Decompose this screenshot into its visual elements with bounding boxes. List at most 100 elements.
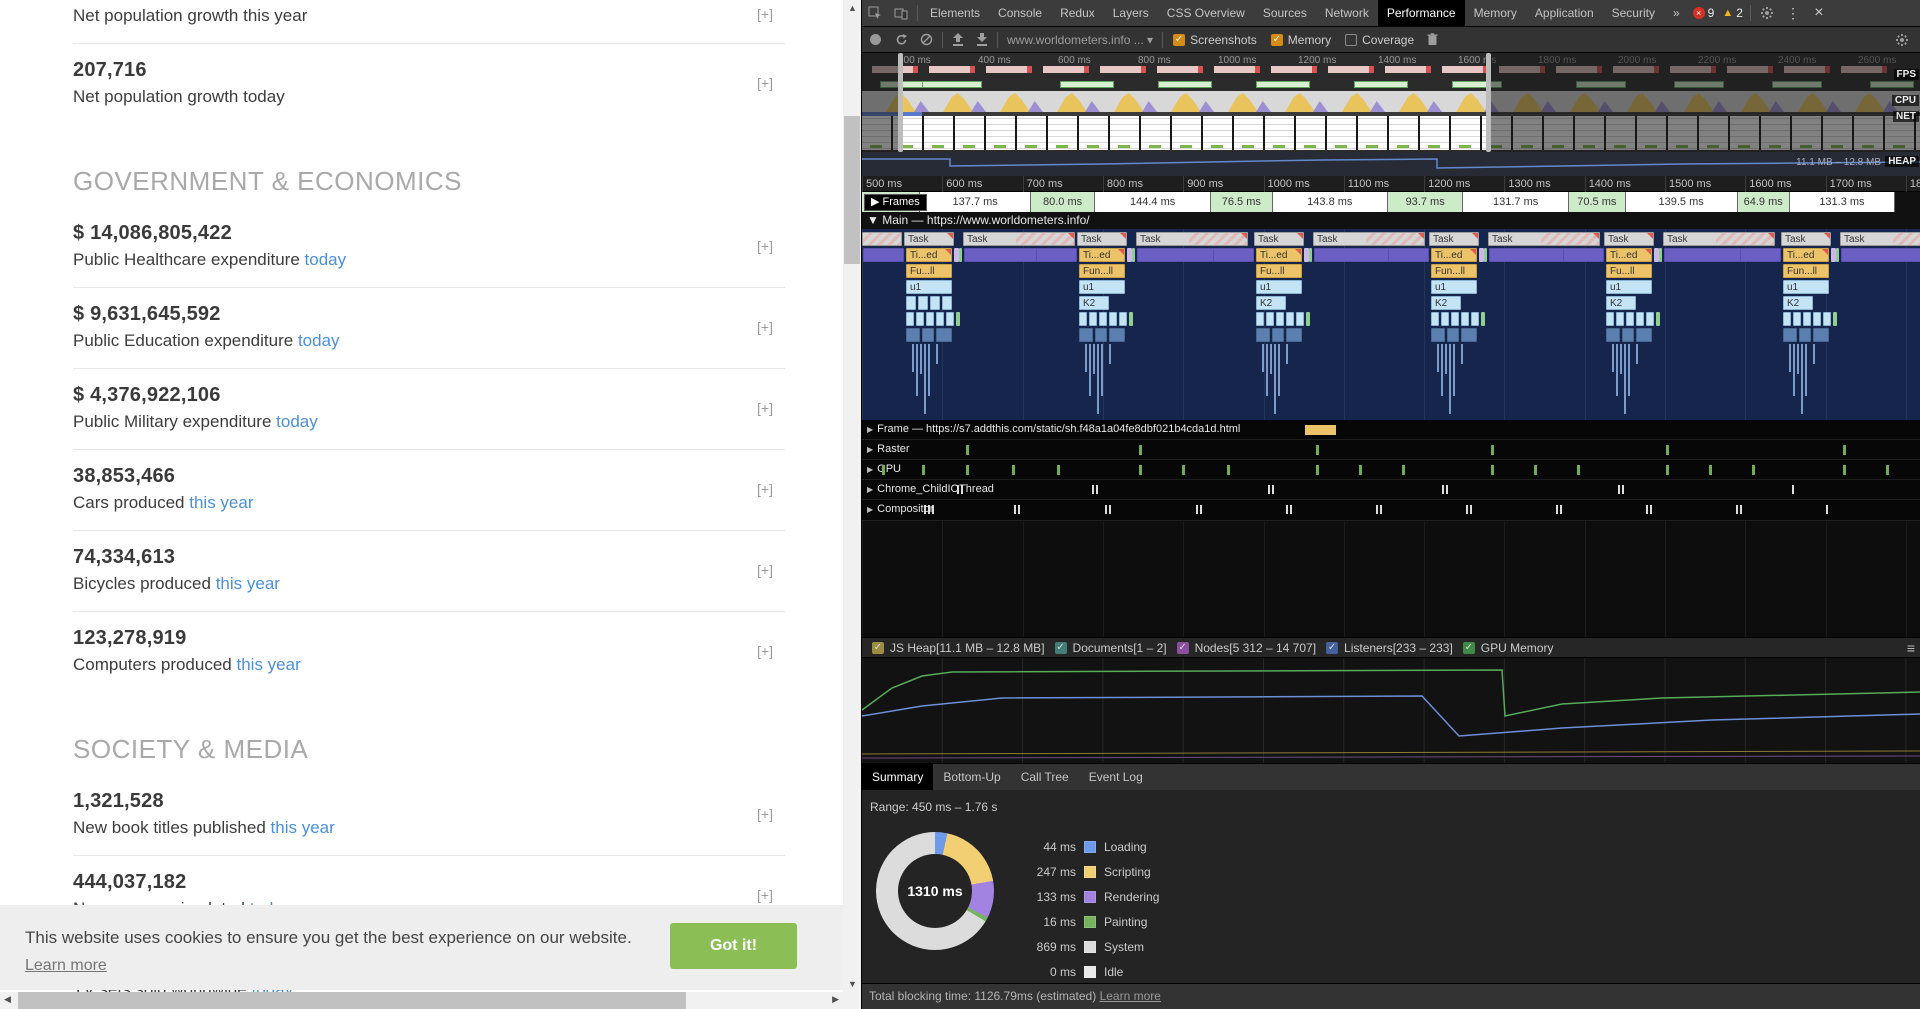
task-bar[interactable]: Task (904, 232, 954, 246)
filmstrip-thumbnail[interactable] (1420, 116, 1449, 150)
filmstrip-thumbnail[interactable] (1048, 116, 1077, 150)
task-bar-long[interactable]: Task (1488, 232, 1600, 246)
tab-application[interactable]: Application (1526, 0, 1603, 27)
expand-arrow-icon[interactable]: ▶ (867, 505, 873, 514)
stat-period-link[interactable]: this year (271, 818, 335, 837)
selection-right-handle[interactable] (1486, 53, 1491, 152)
anonymous-fn-bar[interactable]: u1 (906, 280, 952, 294)
expand-stat-button[interactable]: [+] (757, 643, 773, 659)
tab-css-overview[interactable]: CSS Overview (1158, 0, 1254, 27)
details-tab-bottom-up[interactable]: Bottom-Up (933, 764, 1010, 791)
filmstrip-thumbnail[interactable] (1451, 116, 1480, 150)
task-bar-long[interactable]: Task (1313, 232, 1425, 246)
horizontal-scrollbar-thumb[interactable] (18, 992, 686, 1009)
timer-fired-bar[interactable]: Ti...ed (906, 248, 952, 262)
task-bar[interactable]: Task (1781, 232, 1831, 246)
checkbox-screenshots[interactable]: ✓ Screenshots (1173, 33, 1257, 47)
frame-duration-cell[interactable]: 70.5 ms (1569, 192, 1626, 212)
style-recalc-bar-long[interactable] (1841, 248, 1920, 262)
filmstrip-thumbnail[interactable] (1296, 116, 1325, 150)
style-recalc-bar[interactable] (1388, 248, 1429, 262)
expand-stat-button[interactable]: [+] (757, 75, 773, 91)
kebab-menu-icon[interactable]: ⋮ (1780, 0, 1806, 27)
memory-counter-toggle[interactable]: ✓ Documents[1 – 2] (1054, 641, 1167, 655)
load-profile-icon[interactable] (952, 33, 964, 46)
tab-redux[interactable]: Redux (1051, 0, 1104, 27)
counter-checkbox[interactable]: ✓ (872, 641, 884, 654)
js-frame-bar[interactable]: K2 (1783, 296, 1813, 310)
chrome-childiothread-track[interactable]: ▶ Chrome_ChildIOThread (862, 480, 1920, 500)
tab-console[interactable]: Console (989, 0, 1051, 27)
main-thread-header[interactable]: ▼ Main — https://www.worldometers.info/ (862, 212, 1920, 229)
expand-stat-button[interactable]: [+] (757, 887, 773, 903)
details-tab-event-log[interactable]: Event Log (1079, 764, 1153, 791)
coverage-checkbox[interactable] (1345, 33, 1358, 46)
track-header[interactable]: ▶ Chrome_ChildIOThread (867, 483, 994, 495)
frame-duration-cell[interactable]: 143.8 ms (1272, 192, 1389, 212)
stat-period-link[interactable]: today (305, 250, 347, 269)
timeline-overview[interactable]: 200 ms 400 ms 600 ms 800 ms 1000 ms 1200 ms 14… (862, 53, 1920, 152)
memory-counter-toggle[interactable]: ✓ Nodes[5 312 – 14 707] (1176, 641, 1316, 655)
counter-checkbox[interactable]: ✓ (1462, 641, 1475, 654)
counter-checkbox[interactable]: ✓ (1054, 641, 1067, 654)
tab-layers[interactable]: Layers (1104, 0, 1158, 27)
frame-duration-cell[interactable]: 80.0 ms (1030, 192, 1096, 212)
function-call-bar[interactable]: Fun...ll (1079, 264, 1125, 278)
filmstrip-thumbnail[interactable] (1017, 116, 1046, 150)
tab-security[interactable]: Security (1603, 0, 1664, 27)
compositor-track[interactable]: ▶ Compositor (862, 500, 1920, 521)
error-count-badge[interactable]: × 9 (1692, 6, 1714, 20)
main-thread-flamechart[interactable]: Task Task Ti...ed Fu...ll u1 Task Task Ti...ed F… (862, 229, 1920, 420)
filmstrip-thumbnail[interactable] (1389, 116, 1418, 150)
task-bar-long[interactable]: Task (963, 232, 1075, 246)
function-call-bar[interactable]: Fun...ll (1783, 264, 1829, 278)
expand-stat-button[interactable]: [+] (757, 481, 773, 497)
expand-stat-button[interactable]: [+] (757, 400, 773, 416)
anonymous-fn-bar[interactable]: u1 (1256, 280, 1302, 294)
capture-settings-gear-icon[interactable] (1895, 33, 1909, 47)
filmstrip-thumbnail[interactable] (1110, 116, 1139, 150)
frames-track[interactable]: 72.7 ms137.7 ms80.0 ms144.4 ms76.5 ms143… (862, 192, 1920, 212)
reload-and-profile-icon[interactable] (895, 33, 908, 46)
js-frame-bar[interactable] (906, 296, 916, 310)
vertical-scrollbar-thumb[interactable] (844, 116, 860, 264)
style-recalc-bar[interactable] (1740, 248, 1781, 262)
close-devtools-icon[interactable]: × (1806, 0, 1832, 27)
counter-checkbox[interactable]: ✓ (1176, 641, 1189, 654)
filmstrip-thumbnail[interactable] (1358, 116, 1387, 150)
function-call-bar[interactable]: Fu...ll (1606, 264, 1652, 278)
record-button[interactable] (870, 34, 881, 45)
task-bar-long[interactable]: Task (1663, 232, 1775, 246)
settings-gear-icon[interactable] (1754, 0, 1780, 27)
frames-track-toggle[interactable]: ▶ Frames (864, 194, 927, 211)
frame-duration-cell[interactable]: 76.5 ms (1211, 192, 1273, 212)
scroll-right-icon[interactable]: ▶ (832, 994, 839, 1005)
stat-period-link[interactable]: this year (236, 655, 300, 674)
profile-select-dropdown[interactable]: www.worldometers.info ... ▾ (1007, 33, 1153, 47)
scroll-up-icon[interactable]: ▲ (848, 3, 857, 13)
style-recalc-bar[interactable] (1563, 248, 1604, 262)
js-frame-bar[interactable] (930, 296, 940, 310)
task-bar-long[interactable]: Task (1136, 232, 1248, 246)
js-frame-bar[interactable]: K2 (1256, 296, 1286, 310)
learn-more-link[interactable]: Learn more (1100, 989, 1161, 1003)
task-bar[interactable]: Task (1604, 232, 1654, 246)
selection-left-handle[interactable] (898, 53, 903, 152)
filmstrip-thumbnail[interactable] (955, 116, 984, 150)
more-tabs-button[interactable]: » (1664, 0, 1689, 27)
frame-duration-cell[interactable]: 93.7 ms (1388, 192, 1464, 212)
frame-duration-cell[interactable]: 139.5 ms (1625, 192, 1738, 212)
timer-fired-bar[interactable]: Ti...ed (1256, 248, 1302, 262)
timer-fired-bar[interactable]: Ti...ed (1606, 248, 1652, 262)
scroll-left-icon[interactable]: ◀ (4, 994, 11, 1005)
expand-stat-button[interactable]: [+] (757, 238, 773, 254)
frame-track[interactable]: ▶ Frame — https://s7.addthis.com/static/s… (862, 420, 1920, 440)
anonymous-fn-bar[interactable]: u1 (1783, 280, 1829, 294)
tab-performance[interactable]: Performance (1377, 0, 1465, 27)
anonymous-fn-bar[interactable]: u1 (1606, 280, 1652, 294)
scroll-down-icon[interactable]: ▼ (848, 979, 857, 989)
task-bar-long[interactable]: Task (1840, 232, 1920, 246)
task-bar-hatched[interactable] (862, 232, 902, 246)
frame-duration-cell[interactable]: 144.4 ms (1095, 192, 1212, 212)
function-call-bar[interactable]: Fu...ll (1256, 264, 1302, 278)
